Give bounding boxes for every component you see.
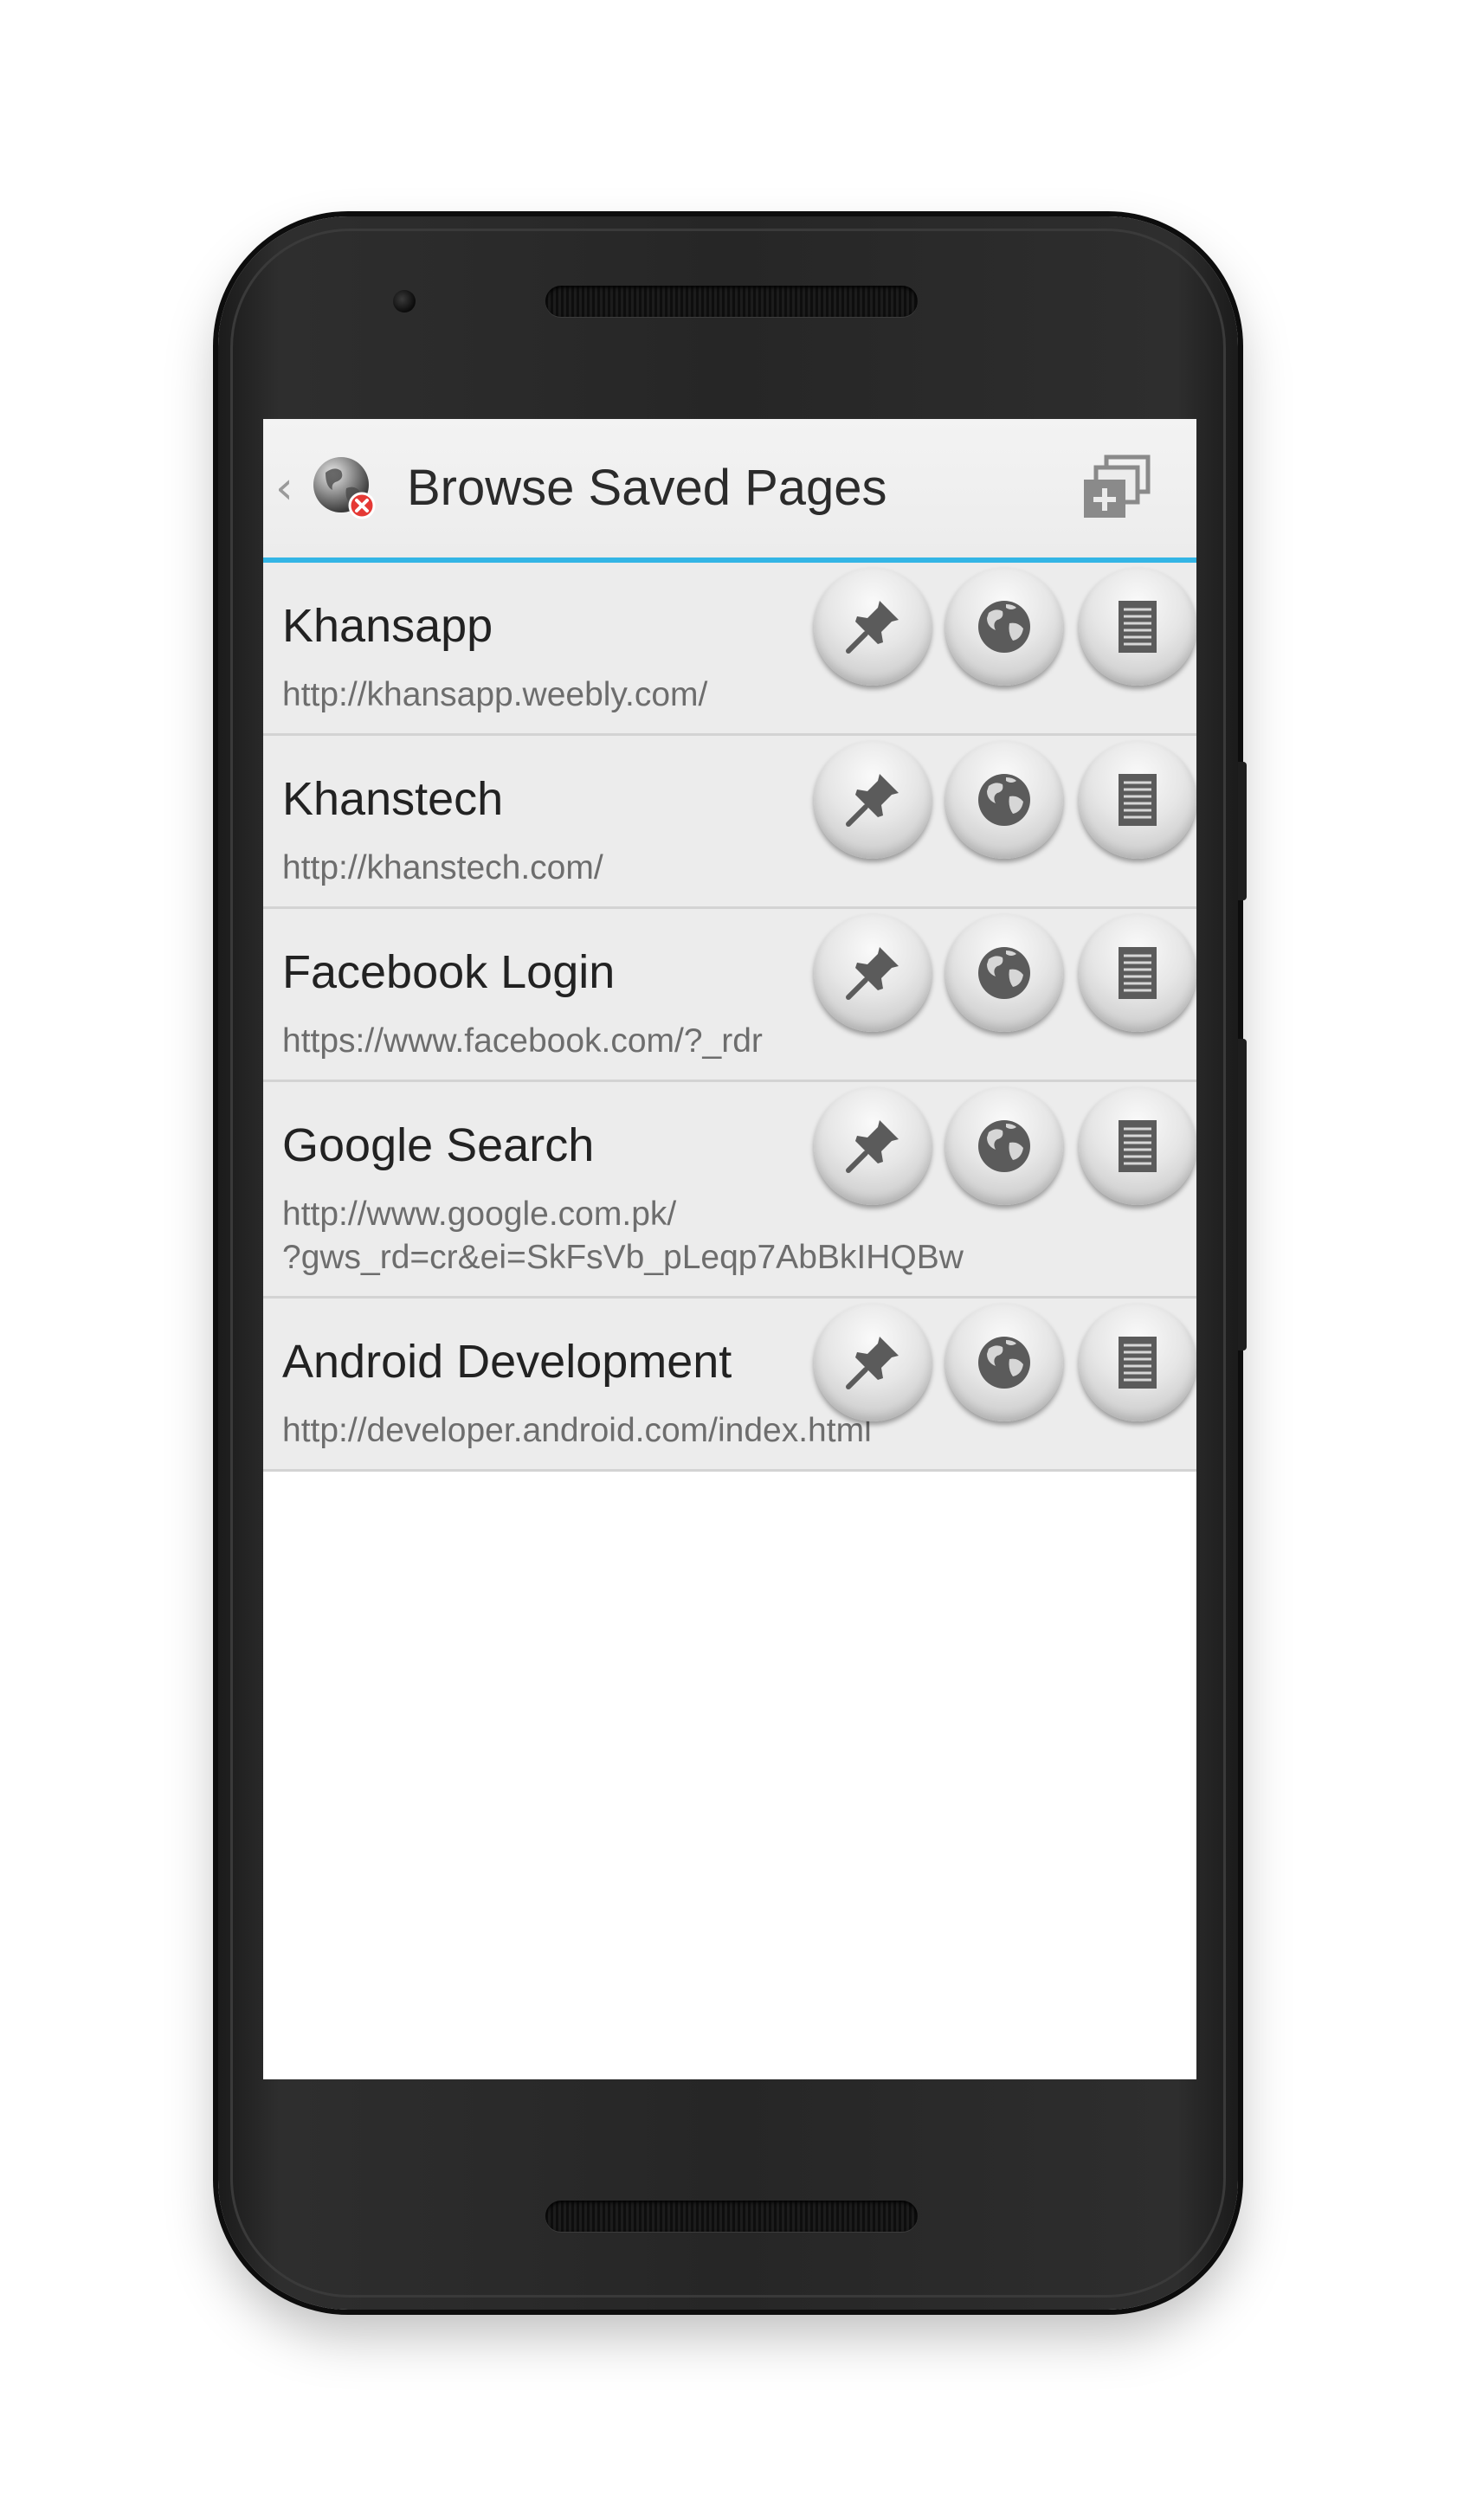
open-web-button[interactable]: [945, 568, 1063, 686]
pin-button[interactable]: [814, 1304, 932, 1421]
list-item[interactable]: Android Development http://developer.and…: [263, 1299, 1196, 1472]
new-window-icon[interactable]: [1080, 454, 1153, 523]
page-item-url: http://www.google.com.pk/ ?gws_rd=cr&ei=…: [282, 1196, 964, 1276]
page-title: Browse Saved Pages: [407, 460, 887, 516]
globe-with-error-badge-icon[interactable]: [310, 454, 379, 523]
document-icon: [1119, 1337, 1157, 1389]
open-web-button[interactable]: [945, 1304, 1063, 1421]
pin-icon: [846, 774, 899, 827]
earpiece-speaker: [545, 286, 918, 317]
page-item-title: Android Development: [282, 1336, 732, 1388]
document-icon: [1119, 947, 1157, 999]
pin-button[interactable]: [814, 741, 932, 859]
pin-icon: [846, 601, 899, 654]
pin-icon: [846, 947, 899, 1000]
bottom-speaker: [545, 2201, 918, 2232]
globe-icon: [978, 774, 1030, 826]
page-item-title: Google Search: [282, 1119, 595, 1171]
list-item[interactable]: Khansapp http://khansapp.weebly.com/: [263, 563, 1196, 736]
globe-icon: [978, 1120, 1030, 1172]
app-screen: ‹ Browse Saved Pages Khansapp http://kha…: [263, 419, 1196, 2079]
view-saved-button[interactable]: [1079, 568, 1196, 686]
view-saved-button[interactable]: [1079, 741, 1196, 859]
document-icon: [1119, 774, 1157, 826]
view-saved-button[interactable]: [1079, 1304, 1196, 1421]
front-camera: [393, 290, 416, 313]
open-web-button[interactable]: [945, 1087, 1063, 1205]
list-item[interactable]: Khanstech http://khanstech.com/: [263, 736, 1196, 909]
power-button: [1238, 762, 1247, 900]
view-saved-button[interactable]: [1079, 914, 1196, 1032]
list-item[interactable]: Google Search http://www.google.com.pk/ …: [263, 1082, 1196, 1299]
action-bar: ‹ Browse Saved Pages: [263, 419, 1196, 557]
document-icon: [1119, 1120, 1157, 1172]
globe-icon: [978, 1337, 1030, 1389]
pin-icon: [846, 1120, 899, 1173]
view-saved-button[interactable]: [1079, 1087, 1196, 1205]
pin-button[interactable]: [814, 914, 932, 1032]
open-web-button[interactable]: [945, 741, 1063, 859]
pin-icon: [846, 1337, 899, 1389]
list-item[interactable]: Facebook Login https://www.facebook.com/…: [263, 909, 1196, 1082]
page-item-title: Khansapp: [282, 600, 493, 652]
globe-icon: [978, 947, 1030, 999]
page-item-title: Khanstech: [282, 773, 504, 825]
volume-button: [1238, 1039, 1247, 1350]
pin-button[interactable]: [814, 568, 932, 686]
chevron-left-icon[interactable]: ‹: [275, 462, 296, 514]
pin-button[interactable]: [814, 1087, 932, 1205]
page-item-title: Facebook Login: [282, 946, 616, 998]
globe-icon: [978, 601, 1030, 653]
document-icon: [1119, 601, 1157, 653]
open-web-button[interactable]: [945, 914, 1063, 1032]
saved-pages-list: Khansapp http://khansapp.weebly.com/ Kha…: [263, 563, 1196, 1472]
